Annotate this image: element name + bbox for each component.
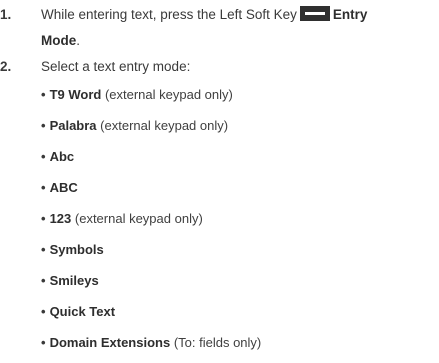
mode-name: Abc (49, 149, 75, 164)
list-item: • ABC (41, 179, 78, 197)
step-1-text: While entering text, press the Left Soft… (41, 7, 297, 22)
list-item: • T9 Word (external keypad only) (41, 86, 233, 104)
step-number: 1. (0, 7, 12, 22)
step-1-period: . (76, 33, 81, 48)
list-item: • Domain Extensions (To: fields only) (41, 334, 261, 352)
mode-name: ABC (49, 180, 78, 195)
bullet: • (41, 87, 46, 102)
entry-label: Entry (332, 7, 368, 22)
list-item: • Abc (41, 148, 74, 166)
mode-name: Quick Text (49, 304, 116, 319)
mode-name: Domain Extensions (49, 335, 171, 350)
mode-note: (external keypad only) (104, 87, 233, 102)
mode-name: Palabra (49, 118, 97, 133)
mode-note: (external keypad only) (74, 211, 203, 226)
bullet: • (41, 304, 46, 319)
list-item: • Smileys (41, 272, 99, 290)
step-number: 2. (0, 59, 12, 74)
bullet: • (41, 335, 46, 350)
step-1-line-1: While entering text, press the Left Soft… (41, 6, 367, 24)
instruction-step-2: 2. Select a text entry mode: (0, 58, 439, 78)
instruction-step-1: 1. While entering text, press the Left S… (0, 6, 439, 50)
bullet: • (41, 273, 46, 288)
mode-name: 123 (49, 211, 72, 226)
mode-label: Mode (41, 33, 77, 48)
list-item: • Symbols (41, 241, 104, 259)
bullet: • (41, 118, 46, 133)
bullet: • (41, 242, 46, 257)
mode-note: (To: fields only) (173, 335, 262, 350)
bullet: • (41, 149, 46, 164)
list-item: • Palabra (external keypad only) (41, 117, 228, 135)
step-1-line-2: Mode. (41, 32, 80, 50)
step-2-text: Select a text entry mode: (41, 59, 191, 74)
list-item: • 123 (external keypad only) (41, 210, 203, 228)
mode-note: (external keypad only) (100, 118, 229, 133)
bullet: • (41, 211, 46, 226)
mode-name: Smileys (49, 273, 99, 288)
mode-name: Symbols (49, 242, 104, 257)
mode-name: T9 Word (49, 87, 102, 102)
bullet: • (41, 180, 46, 195)
soft-key-dash-icon (299, 6, 330, 21)
list-item: • Quick Text (41, 303, 115, 321)
